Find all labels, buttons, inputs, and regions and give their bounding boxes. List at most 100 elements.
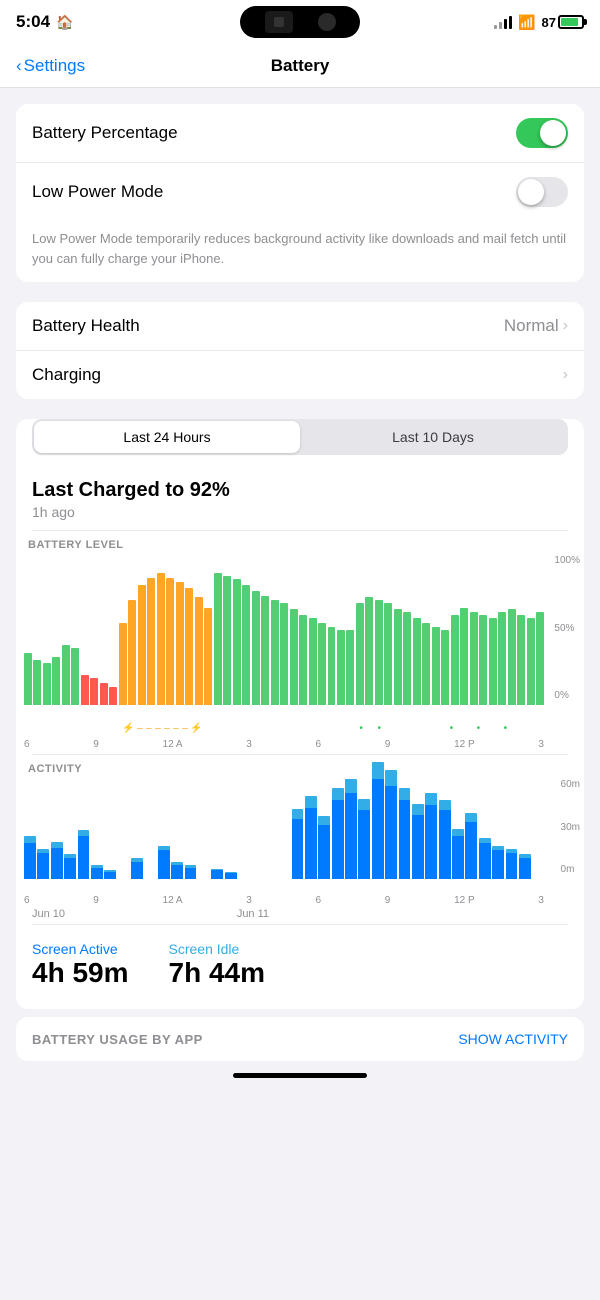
- activity-bar-top: [358, 799, 370, 810]
- battery-bar: [33, 660, 41, 705]
- activity-y-labels: 60m 30m 0m: [561, 779, 580, 879]
- battery-percentage-toggle[interactable]: [516, 118, 568, 148]
- battery-bar: [280, 603, 288, 705]
- activity-bar-stack: [399, 788, 411, 879]
- activity-bar-top: [318, 816, 330, 825]
- activity-bar-stack: [171, 862, 183, 879]
- charging-indicator: ─: [154, 724, 162, 733]
- time-segment-control[interactable]: Last 24 Hours Last 10 Days: [32, 419, 568, 455]
- charging-indicator: •: [475, 723, 483, 734]
- battery-chart-area: 100% 50% 0%: [16, 555, 584, 715]
- battery-bar: [204, 608, 212, 706]
- date-gap1: [134, 908, 236, 920]
- battery-y-labels: 100% 50% 0%: [554, 555, 580, 705]
- signal-icon: [494, 16, 512, 29]
- charging-indicator: ─: [136, 724, 144, 733]
- battery-bar: [223, 576, 231, 705]
- battery-bar: [252, 591, 260, 705]
- battery-bar: [43, 663, 51, 705]
- battery-bar: [375, 600, 383, 705]
- x-label-12p: 12 P: [454, 739, 475, 750]
- charging-indicator: ─: [145, 724, 153, 733]
- battery-bar: [109, 687, 117, 705]
- activity-bar-bottom: [131, 862, 143, 879]
- show-activity-link[interactable]: SHOW ACTIVITY: [458, 1031, 568, 1047]
- home-icon: 🏠: [56, 14, 73, 31]
- activity-bar-stack: [358, 799, 370, 879]
- activity-bar-stack: [211, 869, 223, 879]
- low-power-mode-toggle[interactable]: [516, 177, 568, 207]
- page-title: Battery: [271, 56, 330, 76]
- activity-bar-bottom: [318, 825, 330, 879]
- activity-bar-bottom: [185, 868, 197, 879]
- battery-bar: [138, 585, 146, 705]
- activity-bar-stack: [91, 865, 103, 879]
- tab-last-24-hours[interactable]: Last 24 Hours: [34, 421, 300, 453]
- screen-active-value: 4h 59m: [32, 957, 129, 989]
- activity-bar-stack: [158, 846, 170, 879]
- activity-bar-stack: [51, 842, 63, 879]
- activity-bar-top: [412, 804, 424, 814]
- activity-bar-stack: [131, 858, 143, 879]
- activity-bar-bottom: [452, 836, 464, 879]
- battery-health-row[interactable]: Battery Health Normal ›: [16, 302, 584, 351]
- date-gap2: [339, 908, 441, 920]
- activity-bar-top: [24, 836, 36, 843]
- activity-bar-bottom: [292, 819, 304, 879]
- status-time: 5:04 🏠: [16, 12, 73, 32]
- battery-bar: [441, 630, 449, 705]
- low-power-mode-row: Low Power Mode: [16, 163, 584, 221]
- battery-bar: [299, 615, 307, 705]
- battery-box: [558, 15, 584, 29]
- battery-bar: [422, 623, 430, 706]
- charge-subtitle: 1h ago: [32, 504, 568, 520]
- battery-bar: [176, 582, 184, 705]
- battery-bar: [432, 627, 440, 705]
- battery-bar: [62, 645, 70, 705]
- battery-bar: [460, 608, 468, 706]
- status-icons: 📶 87: [494, 14, 584, 31]
- battery-bar: [508, 609, 516, 705]
- activity-chart-area: 60m 30m 0m: [16, 779, 584, 889]
- activity-bar-bottom: [372, 779, 384, 879]
- activity-bar-stack: [78, 830, 90, 879]
- activity-bar-bottom: [51, 848, 63, 879]
- activity-label-row: ACTIVITY: [16, 759, 584, 775]
- charging-row[interactable]: Charging ›: [16, 351, 584, 399]
- activity-bar-top: [465, 813, 477, 822]
- battery-bar: [309, 618, 317, 705]
- divider: [32, 530, 568, 531]
- charging-indicator: ─: [181, 724, 189, 733]
- activity-bar-bottom: [385, 786, 397, 879]
- ax-label-6: 6: [24, 895, 30, 906]
- screen-stats: Screen Active 4h 59m Screen Idle 7h 44m: [16, 929, 584, 1001]
- charge-info: Last Charged to 92% 1h ago: [16, 467, 584, 526]
- status-bar: 5:04 🏠 📶 87: [0, 0, 600, 44]
- charging-indicators-row: ⚡──────⚡•••••: [16, 719, 544, 737]
- activity-bar-stack: [465, 813, 477, 879]
- charging-indicator: ⚡: [122, 723, 134, 734]
- battery-bar: [195, 597, 203, 705]
- activity-bar-bottom: [492, 850, 504, 879]
- activity-bar-bottom: [37, 853, 49, 879]
- divider-3: [32, 924, 568, 925]
- battery-x-labels: 6 9 12 A 3 6 9 12 P 3: [16, 737, 584, 750]
- back-chevron-icon: ‹: [16, 56, 22, 76]
- back-button[interactable]: ‹ Settings: [16, 56, 85, 76]
- activity-bar-bottom: [64, 858, 76, 879]
- x-label-9: 9: [93, 739, 99, 750]
- activity-bar-bottom: [171, 865, 183, 879]
- activity-bar-bottom: [465, 822, 477, 879]
- battery-bar: [157, 573, 165, 705]
- battery-bar: [479, 615, 487, 705]
- battery-bar: [527, 618, 535, 705]
- x-label-6b: 6: [316, 739, 322, 750]
- activity-bar-bottom: [479, 843, 491, 879]
- charging-value: ›: [563, 366, 568, 384]
- activity-bar-stack: [452, 829, 464, 879]
- ax-label-12p: 12 P: [454, 895, 475, 906]
- tab-last-10-days[interactable]: Last 10 Days: [300, 421, 566, 453]
- charging-indicator: ─: [172, 724, 180, 733]
- battery-percentage-row: Battery Percentage: [16, 104, 584, 163]
- battery-bar: [318, 623, 326, 706]
